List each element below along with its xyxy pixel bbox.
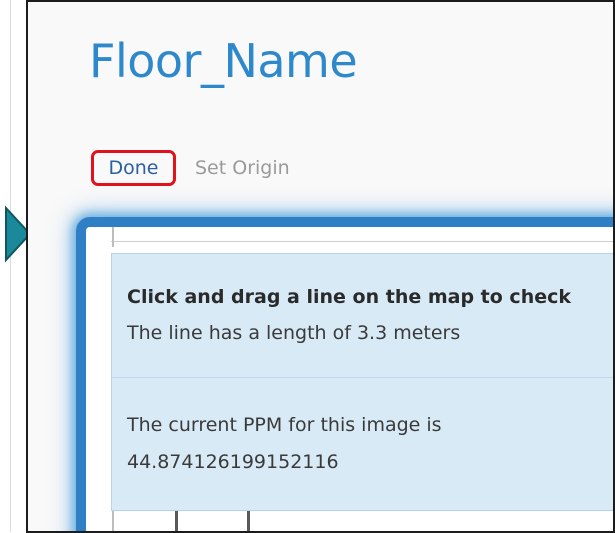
instruction-section: Click and drag a line on the map to chec…	[112, 254, 613, 378]
line-length-text: The line has a length of 3.3 meters	[127, 322, 461, 344]
calibration-info-box: Click and drag a line on the map to chec…	[111, 253, 613, 511]
ppm-value: 44.874126199152116	[127, 451, 339, 473]
map-panel: Click and drag a line on the map to chec…	[76, 217, 613, 531]
map-wall-left	[112, 227, 114, 247]
map-wall-top	[111, 241, 613, 242]
set-origin-link[interactable]: Set Origin	[195, 150, 290, 186]
page-title: Floor_Name	[89, 34, 358, 88]
done-button[interactable]: Done	[91, 150, 176, 186]
instruction-text: Click and drag a line on the map to chec…	[127, 286, 572, 308]
ppm-label: The current PPM for this image is	[127, 414, 442, 436]
screenshot-frame: Floor_Name Done Set Origin Click and dra…	[26, 0, 615, 533]
